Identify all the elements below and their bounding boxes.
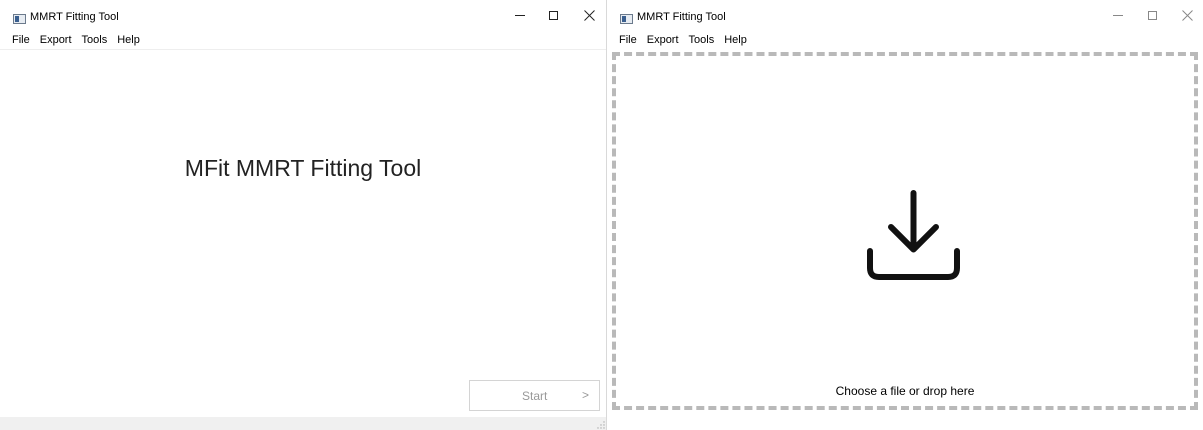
- menu-tools[interactable]: Tools: [77, 31, 113, 49]
- menu-bar: File Export Tools Help: [607, 31, 1203, 49]
- close-icon: [583, 10, 595, 21]
- download-icon: [867, 190, 960, 280]
- status-bar: [0, 417, 606, 430]
- window-title: MMRT Fitting Tool: [637, 11, 726, 23]
- app-icon: [13, 14, 26, 24]
- window-title: MMRT Fitting Tool: [30, 11, 119, 23]
- close-button[interactable]: [1164, 0, 1203, 31]
- title-bar[interactable]: MMRT Fitting Tool: [607, 0, 1203, 31]
- close-button[interactable]: [566, 0, 606, 31]
- start-button-label: Start: [522, 389, 548, 403]
- menu-bar: File Export Tools Help: [0, 31, 606, 49]
- menu-help[interactable]: Help: [719, 31, 752, 49]
- menu-tools[interactable]: Tools: [684, 31, 720, 49]
- welcome-window: MMRT Fitting Tool File Export Tools Help…: [0, 0, 607, 430]
- file-dropzone[interactable]: Choose a file or drop here: [612, 52, 1198, 410]
- app-icon: [620, 14, 633, 24]
- file-drop-window: MMRT Fitting Tool File Export Tools Help…: [607, 0, 1203, 430]
- menu-file[interactable]: File: [7, 31, 35, 49]
- chevron-right-icon: >: [581, 388, 589, 402]
- menu-divider: [0, 49, 606, 50]
- start-button[interactable]: Start >: [469, 380, 600, 411]
- menu-export[interactable]: Export: [642, 31, 684, 49]
- welcome-heading: MFit MMRT Fitting Tool: [184, 155, 422, 181]
- menu-file[interactable]: File: [614, 31, 642, 49]
- title-bar[interactable]: MMRT Fitting Tool: [0, 0, 606, 31]
- close-icon: [1181, 10, 1193, 21]
- menu-export[interactable]: Export: [35, 31, 77, 49]
- size-grip-icon[interactable]: [597, 421, 605, 429]
- dropzone-label: Choose a file or drop here: [835, 384, 975, 398]
- menu-help[interactable]: Help: [112, 31, 145, 49]
